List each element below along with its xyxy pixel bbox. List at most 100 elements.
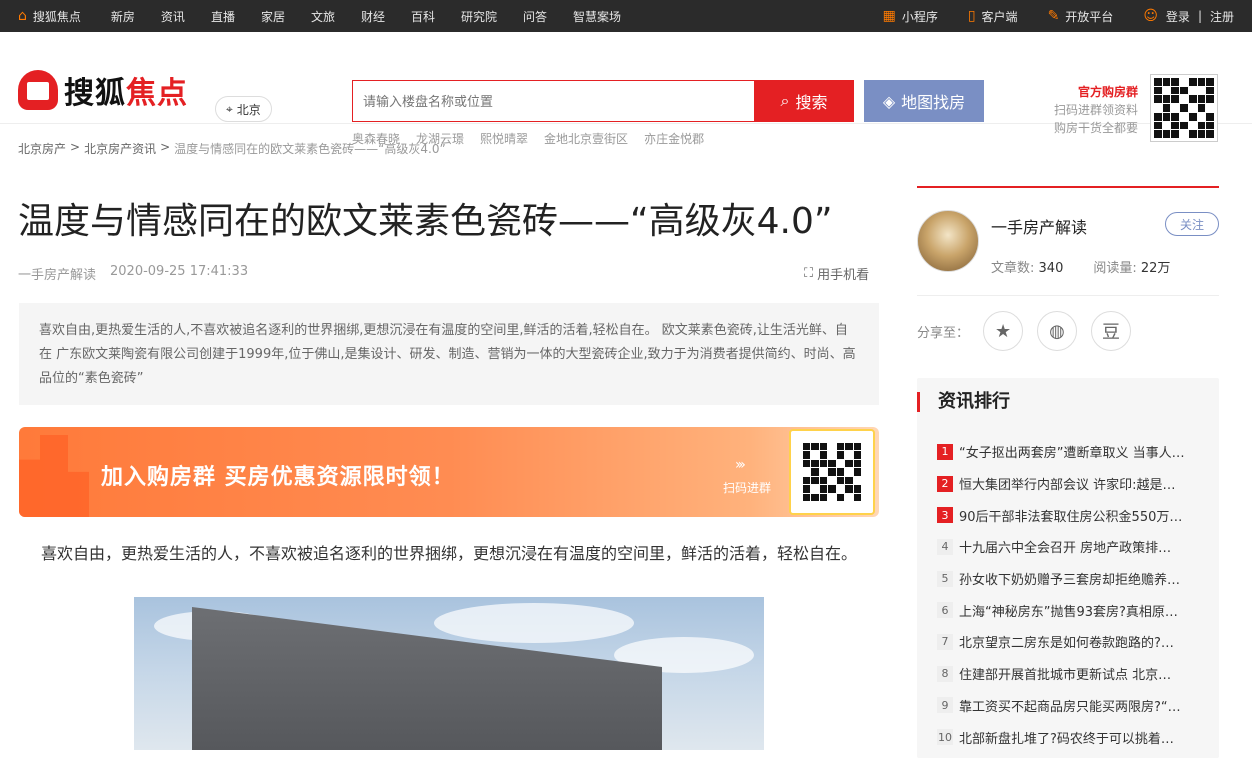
map-search-button[interactable]: ◈ 地图找房: [864, 80, 984, 122]
ranking-item[interactable]: 2 恒大集团举行内部会议 许家印:越是…: [937, 468, 1219, 500]
ranking-item-title: 北部新盘扎堆了?码农终于可以挑着…: [959, 731, 1174, 747]
open-platform-link[interactable]: ✎ 开放平台: [1048, 8, 1114, 25]
nav-item[interactable]: 资讯: [161, 8, 185, 25]
follow-button[interactable]: 关注: [1165, 212, 1219, 236]
banner-qr-code: [789, 429, 875, 515]
breadcrumb-separator: >: [70, 140, 81, 154]
ranking-list: 1 “女子抠出两套房”遭断章取义 当事人… 2 恒大集团举行内部会议 许家印:越是……: [917, 436, 1219, 753]
ranking-item[interactable]: 3 90后干部非法套取住房公积金550万…: [937, 499, 1219, 531]
read-on-mobile-link[interactable]: ⛶ 用手机看: [804, 264, 869, 283]
nav-item[interactable]: 研究院: [461, 8, 497, 25]
mini-program-icon: ▦: [882, 8, 896, 24]
channel-nav: 新房 资讯 直播 家居 文旅 财经 百科 研究院 问答 智慧案场: [111, 8, 621, 25]
favorite-star-icon[interactable]: ★: [983, 311, 1024, 351]
buyer-group-promo: 官方购房群 扫码进群领资料 购房干货全都要: [1054, 83, 1138, 137]
join-group-banner[interactable]: 加入购房群 买房优惠资源限时领！ ››› 扫码进群: [19, 427, 879, 517]
hot-search-link[interactable]: 金地北京壹街区: [544, 130, 628, 147]
ranking-item-title: 十九届六中全会召开 房地产政策排…: [959, 541, 1172, 557]
group-title: 官方购房群: [1077, 85, 1138, 99]
nav-item[interactable]: 新房: [111, 8, 135, 25]
rank-number: 7: [937, 633, 953, 650]
nav-item[interactable]: 直播: [211, 8, 235, 25]
ranking-item[interactable]: 7 北京望京二房东是如何卷款跑路的?…: [937, 626, 1219, 658]
douban-icon[interactable]: 豆: [1091, 311, 1132, 351]
logo-text-a: 搜狐: [64, 76, 126, 111]
nav-item[interactable]: 文旅: [311, 8, 335, 25]
banner-scan-label: 扫码进群: [723, 481, 772, 495]
home-link[interactable]: ⌂ 搜狐焦点: [18, 8, 81, 25]
city-label: 北京: [236, 102, 261, 117]
author-stats: 文章数: 340 阅读量: 22万: [991, 257, 1170, 276]
rank-number: 10: [937, 729, 953, 746]
nav-item[interactable]: 问答: [523, 8, 547, 25]
author-avatar[interactable]: [917, 210, 979, 272]
ranking-item[interactable]: 8 住建部开展首批城市更新试点 北京…: [937, 658, 1219, 690]
reads-value: 22万: [1140, 261, 1171, 276]
hot-search-link[interactable]: 亦庄金悦郡: [644, 130, 704, 147]
map-pin-icon: ◈: [882, 91, 896, 111]
auth-links: ☺ 登录 | 注册: [1143, 8, 1234, 25]
breadcrumb-separator: >: [160, 140, 171, 154]
search-button[interactable]: ⌕ 搜索: [754, 80, 854, 122]
article-author[interactable]: 一手房产解读: [18, 264, 96, 283]
rank-number: 6: [937, 602, 953, 619]
client-link[interactable]: ▯ 客户端: [968, 8, 1018, 25]
news-ranking: 资讯排行 1 “女子抠出两套房”遭断章取义 当事人… 2 恒大集团举行内部会议 许家…: [917, 378, 1219, 758]
share-bar: 分享至： ★ ◍ 豆: [917, 296, 1219, 366]
ranking-title: 资讯排行: [917, 392, 1219, 412]
nav-item[interactable]: 财经: [361, 8, 385, 25]
site-logo[interactable]: 搜狐焦点: [18, 68, 188, 112]
ranking-item-title: 恒大集团举行内部会议 许家印:越是…: [959, 478, 1176, 494]
user-icon: ☺: [1143, 8, 1158, 24]
articles-label: 文章数:: [991, 261, 1035, 276]
mini-program-link[interactable]: ▦ 小程序: [883, 8, 938, 25]
breadcrumb-link[interactable]: 北京房产: [18, 140, 66, 157]
article-time: 2020-09-25 17:41:33: [110, 264, 249, 279]
article-summary: 喜欢自由,更热爱生活的人,不喜欢被追名逐利的世界捆绑,更想沉浸在有温度的空间里,…: [19, 303, 879, 405]
ranking-item-title: 靠工资买不起商品房只能买两限房?“…: [959, 699, 1181, 715]
qr-code-icon: [1150, 74, 1218, 142]
nav-item[interactable]: 智慧案场: [573, 8, 621, 25]
ranking-item[interactable]: 4 十九届六中全会召开 房地产政策排…: [937, 531, 1219, 563]
rank-number: 5: [937, 570, 953, 587]
login-link[interactable]: 登录: [1166, 8, 1190, 25]
logo-text: 搜狐焦点: [64, 68, 188, 112]
article-title: 温度与情感同在的欧文莱素色瓷砖——“高级灰4.0”: [18, 201, 833, 242]
client-label: 客户端: [981, 9, 1018, 24]
home-label: 搜狐焦点: [32, 9, 81, 24]
search-bar: ⌕ 搜索: [352, 80, 854, 122]
articles-value: 340: [1038, 261, 1064, 276]
ranking-item[interactable]: 10 北部新盘扎堆了?码农终于可以挑着…: [937, 721, 1219, 753]
rank-number: 4: [937, 538, 953, 555]
open-platform-label: 开放平台: [1065, 9, 1114, 24]
weibo-icon[interactable]: ◍: [1037, 311, 1078, 351]
register-link[interactable]: 注册: [1210, 8, 1234, 25]
rank-number: 3: [937, 507, 953, 524]
city-selector[interactable]: ⌖ 北京: [215, 96, 272, 122]
share-label: 分享至：: [917, 325, 970, 341]
hot-search-link[interactable]: 熙悦晴翠: [480, 130, 528, 147]
breadcrumb-link[interactable]: 北京房产资讯: [84, 140, 156, 157]
article-photo: [134, 597, 764, 750]
auth-separator: |: [1197, 9, 1202, 23]
author-name[interactable]: 一手房产解读: [991, 214, 1087, 238]
nav-item[interactable]: 家居: [261, 8, 285, 25]
ranking-item[interactable]: 6 上海“神秘房东”抛售93套房?真相原…: [937, 594, 1219, 626]
nav-item[interactable]: 百科: [411, 8, 435, 25]
article-meta: 一手房产解读 2020-09-25 17:41:33: [18, 264, 248, 283]
mini-program-label: 小程序: [901, 9, 938, 24]
rank-number: 1: [937, 443, 953, 460]
read-on-mobile-label: 用手机看: [817, 268, 870, 283]
qr-code-icon: [800, 440, 864, 504]
ranking-item[interactable]: 5 孙女收下奶奶赠予三套房却拒绝赡养…: [937, 563, 1219, 595]
ranking-item[interactable]: 9 靠工资买不起商品房只能买两限房?“…: [937, 690, 1219, 722]
ranking-item-title: “女子抠出两套房”遭断章取义 当事人…: [959, 446, 1185, 462]
articles-stat: 文章数: 340: [991, 257, 1063, 276]
rank-number: 9: [937, 697, 953, 714]
logo-house-icon: [18, 70, 58, 110]
rank-number: 8: [937, 665, 953, 682]
search-input[interactable]: [352, 80, 754, 122]
breadcrumb-current: 温度与情感同在的欧文莱素色瓷砖——“高级灰4.0”: [174, 142, 446, 156]
ranking-item[interactable]: 1 “女子抠出两套房”遭断章取义 当事人…: [937, 436, 1219, 468]
scan-icon: ⛶: [804, 266, 814, 281]
